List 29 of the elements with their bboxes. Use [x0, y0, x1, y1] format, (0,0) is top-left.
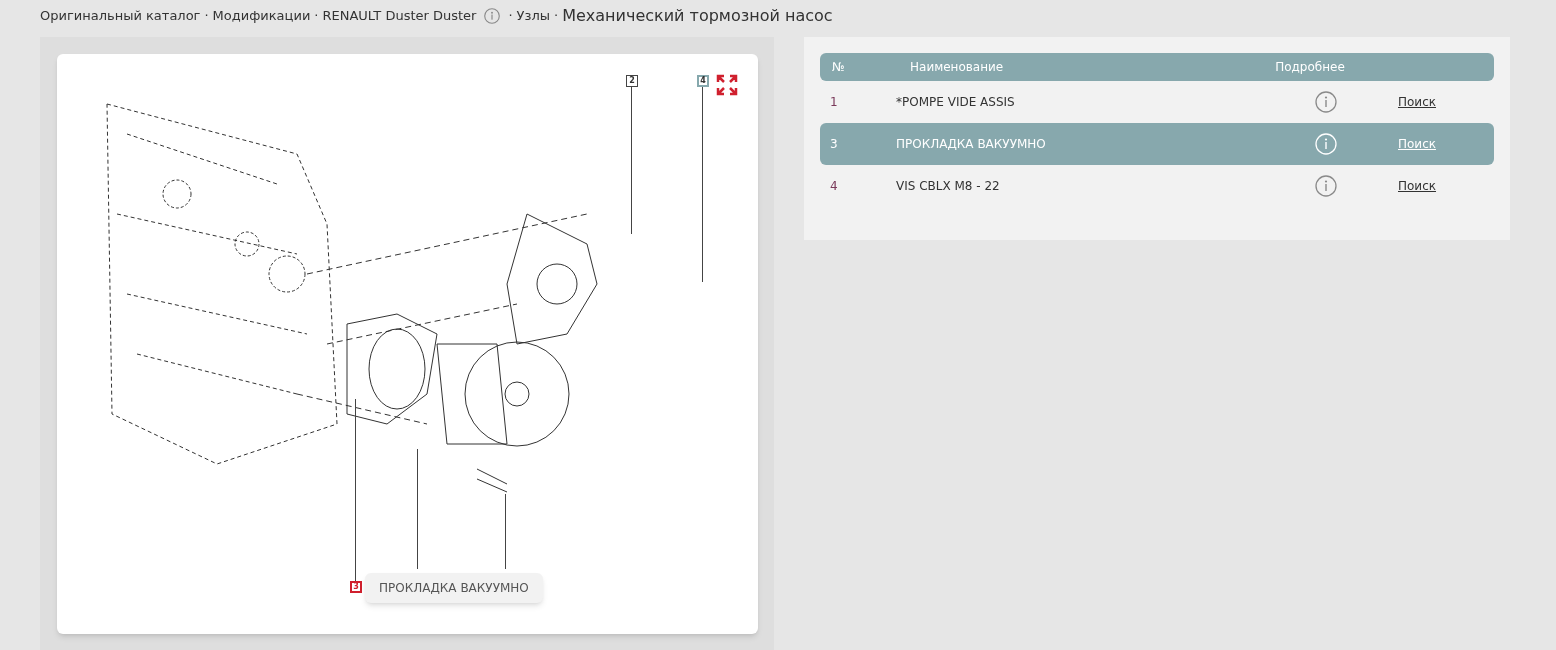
breadcrumb-link[interactable]: RENAULT Duster Duster [322, 6, 477, 26]
part-name: *POMPE VIDE ASSIS [896, 94, 1016, 111]
table-row[interactable]: 1 *POMPE VIDE ASSIS Поиск [820, 81, 1494, 123]
callout-marker[interactable]: 2 [626, 75, 638, 87]
row-number: 3 [829, 136, 839, 153]
info-icon[interactable] [1315, 175, 1337, 197]
breadcrumb-link[interactable]: Оригинальный каталог [40, 6, 201, 26]
table-row[interactable]: 4 VIS CBLX M8 - 22 Поиск [820, 165, 1494, 207]
info-icon[interactable] [484, 8, 501, 24]
breadcrumb-separator: · [508, 7, 513, 26]
callout-marker[interactable]: 4 [697, 75, 709, 87]
info-icon[interactable] [1315, 91, 1337, 113]
page-title: Механический тормозной насос [562, 5, 833, 27]
row-number: 4 [829, 178, 839, 195]
breadcrumb-link[interactable]: Узлы [516, 6, 550, 26]
column-header: Наименование [910, 59, 1005, 76]
breadcrumb-separator: · [554, 7, 559, 26]
row-number: 1 [829, 94, 839, 111]
part-name: VIS CBLX M8 - 22 [896, 178, 1001, 195]
tooltip: ПРОКЛАДКА ВАКУУМНО [365, 573, 543, 603]
breadcrumb-separator: · [204, 7, 209, 26]
search-link[interactable]: Поиск [1398, 177, 1436, 195]
expand-icon[interactable] [716, 74, 738, 96]
search-link[interactable]: Поиск [1398, 93, 1436, 111]
breadcrumb-link[interactable]: Модификации [212, 6, 311, 26]
breadcrumb-separator: · [314, 7, 319, 26]
column-header: № [831, 59, 846, 76]
part-name: ПРОКЛАДКА ВАКУУМНО [896, 136, 1047, 153]
column-header: Подробнее [1274, 59, 1346, 76]
